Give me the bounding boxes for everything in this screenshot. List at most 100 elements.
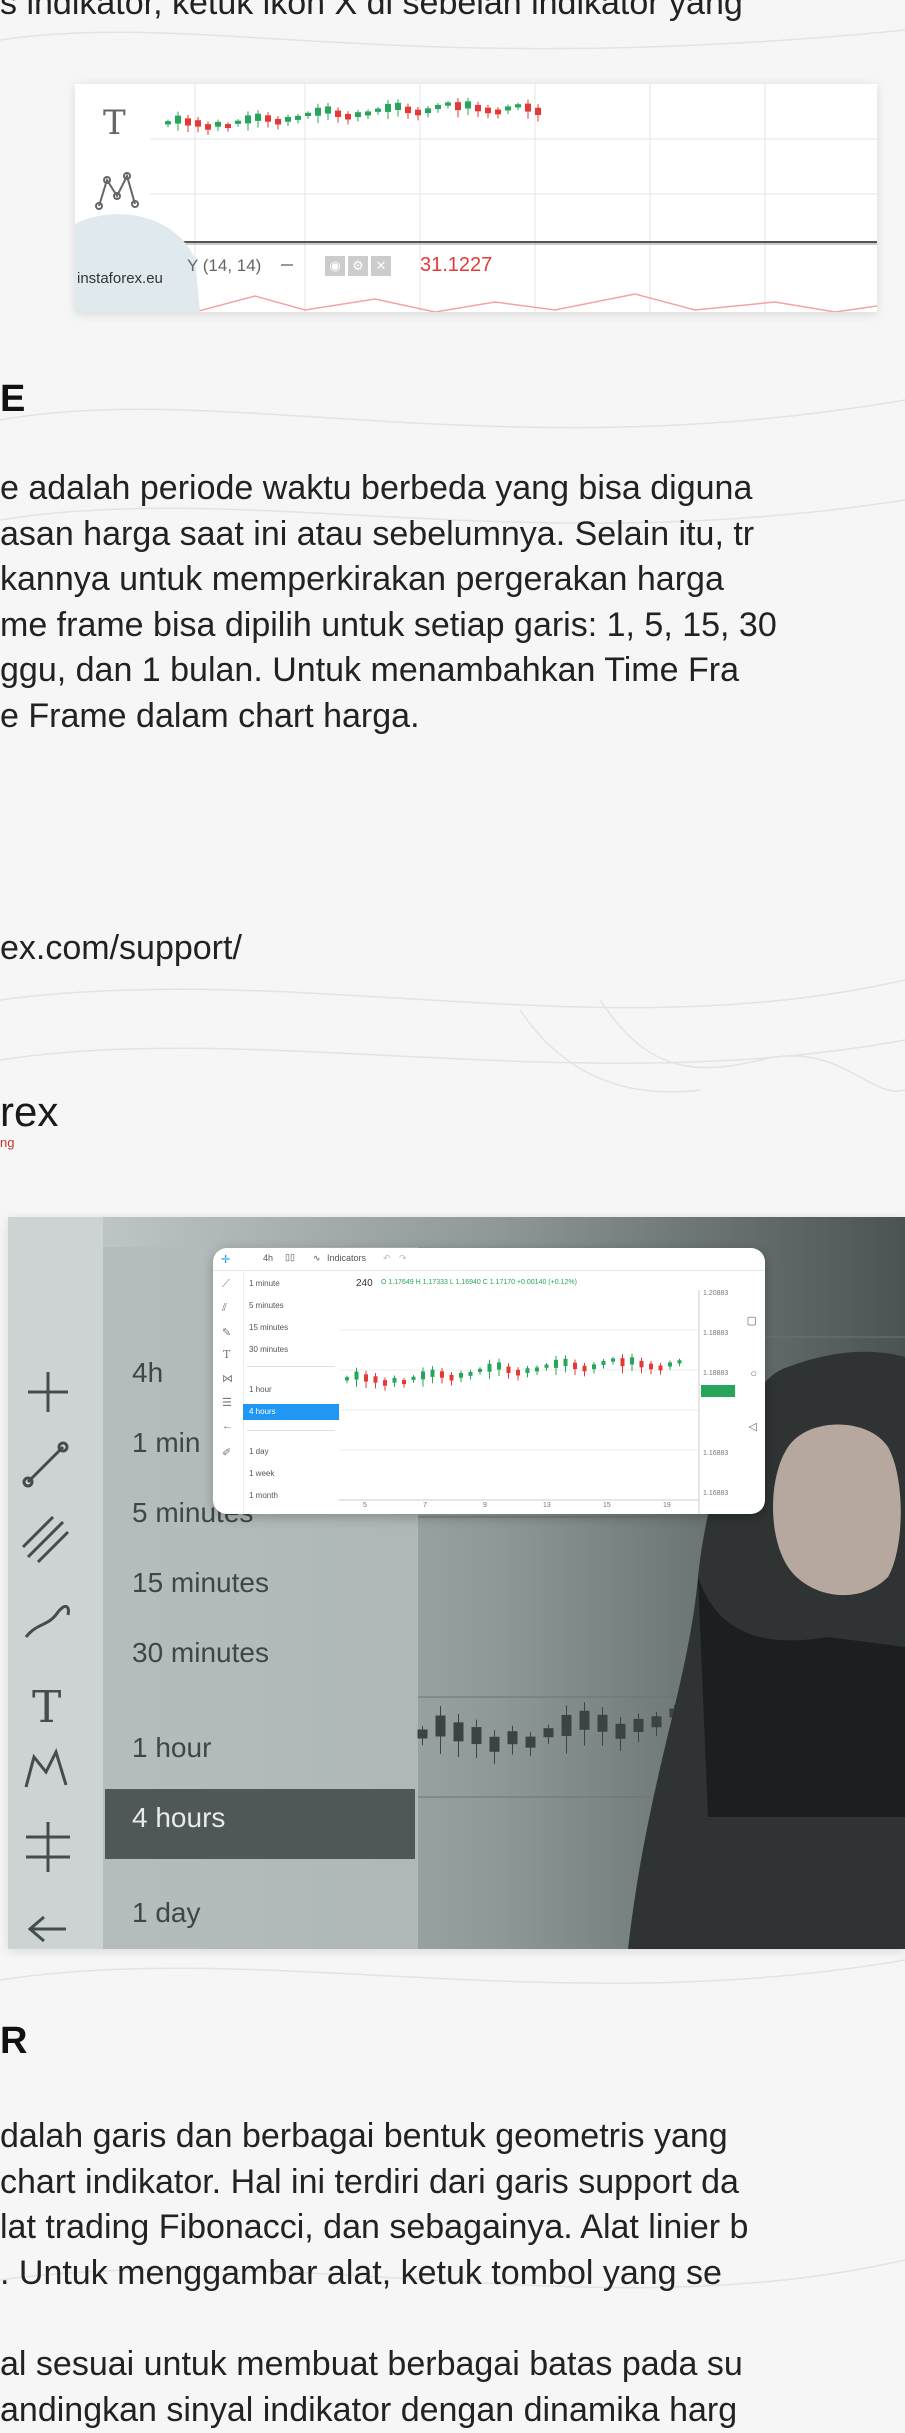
candle bbox=[478, 1368, 482, 1372]
crosshair-small-icon[interactable]: ✛ bbox=[221, 1253, 230, 1266]
logo-text: rex bbox=[0, 1088, 59, 1135]
line-tool-icon[interactable]: ⟋ bbox=[222, 1278, 230, 1291]
interval-option[interactable]: 1 day bbox=[243, 1444, 339, 1460]
candle bbox=[395, 102, 401, 110]
candles-icon[interactable]: ▯▯ bbox=[285, 1252, 295, 1263]
time-tick: 5 bbox=[363, 1502, 367, 1509]
large-menu-item[interactable]: 1 min bbox=[132, 1427, 200, 1459]
indicator-chart-figure: T instaforex.eu Y (14, 14) ◉ ⚙ ✕ 31.1227 bbox=[75, 84, 877, 312]
candle bbox=[561, 1714, 572, 1736]
candle bbox=[385, 103, 391, 112]
candle bbox=[325, 106, 331, 114]
candle bbox=[658, 1365, 663, 1371]
candle bbox=[573, 1362, 577, 1370]
toolbar-interval[interactable]: 4h bbox=[263, 1253, 273, 1263]
toolbar-indicators[interactable]: Indicators bbox=[327, 1253, 366, 1263]
candle bbox=[405, 106, 411, 114]
triangle-icon[interactable]: ◁ bbox=[749, 1420, 757, 1433]
settings-icon[interactable]: ⚙ bbox=[348, 256, 368, 276]
watermark-text: instaforex.eu bbox=[77, 270, 163, 287]
candle bbox=[175, 115, 181, 124]
section-heading-timeframe: E bbox=[0, 378, 26, 420]
candle bbox=[345, 113, 351, 120]
large-menu-item[interactable]: 30 minutes bbox=[132, 1637, 269, 1669]
price-tick: 1.18883 bbox=[703, 1330, 729, 1337]
candle bbox=[235, 120, 241, 124]
candle bbox=[495, 109, 501, 115]
square-icon[interactable]: ▢ bbox=[747, 1314, 757, 1327]
candle bbox=[285, 116, 291, 122]
ruler-tool-icon[interactable]: ✐ bbox=[222, 1446, 231, 1459]
candle bbox=[355, 112, 361, 118]
svg-text:T: T bbox=[103, 103, 126, 143]
candle bbox=[383, 1380, 387, 1386]
pattern-tool-icon[interactable] bbox=[95, 172, 139, 210]
indicators-icon[interactable]: ∿ bbox=[313, 1253, 321, 1264]
candle bbox=[668, 1362, 672, 1367]
candle bbox=[620, 1358, 625, 1367]
close-icon[interactable]: ✕ bbox=[371, 256, 391, 276]
candle bbox=[435, 104, 441, 109]
large-menu-item[interactable]: 1 hour bbox=[132, 1732, 211, 1764]
time-tick: 15 bbox=[603, 1502, 611, 1509]
time-tick: 7 bbox=[423, 1502, 427, 1509]
candle bbox=[611, 1358, 615, 1362]
candle bbox=[255, 113, 261, 121]
paragraph-line: e Frame dalam chart harga. bbox=[0, 696, 420, 735]
fork-tool-icon[interactable]: ⫽ bbox=[222, 1302, 227, 1315]
interval-option[interactable]: 1 month bbox=[243, 1488, 339, 1504]
candle bbox=[195, 120, 201, 127]
undo-icon[interactable]: ↶ bbox=[383, 1253, 391, 1264]
back-small-icon[interactable]: ← bbox=[222, 1420, 233, 1432]
candle bbox=[335, 110, 341, 117]
candle bbox=[449, 1374, 454, 1381]
redo-icon[interactable]: ↷ bbox=[399, 1253, 407, 1264]
candle bbox=[305, 112, 311, 116]
large-menu-item[interactable]: 4h bbox=[132, 1357, 163, 1389]
menu-divider bbox=[247, 1366, 335, 1367]
candle bbox=[417, 1729, 428, 1739]
brush-tool-icon[interactable]: ✎ bbox=[222, 1326, 231, 1339]
interval-option[interactable]: 30 minutes bbox=[243, 1342, 339, 1358]
paragraph-line: chart indikator. Hal ini terdiri dari ga… bbox=[0, 2162, 739, 2201]
interval-option[interactable]: 1 hour bbox=[243, 1382, 339, 1398]
candle bbox=[345, 1377, 349, 1381]
candle bbox=[471, 1727, 482, 1745]
interval-option[interactable]: 4 hours bbox=[243, 1404, 339, 1420]
candle bbox=[421, 1371, 425, 1380]
measure-tool-icon[interactable]: ☰ bbox=[222, 1396, 232, 1409]
section-heading-drawing: R bbox=[0, 2020, 28, 2062]
text-tool-icon[interactable]: T bbox=[103, 103, 126, 143]
paragraph-line: andingkan sinyal indikator dengan dinami… bbox=[0, 2390, 738, 2429]
support-link[interactable]: ex.com/support/ bbox=[0, 925, 242, 971]
candle bbox=[375, 108, 381, 112]
candle bbox=[430, 1369, 435, 1377]
text-tool-small-icon[interactable]: T bbox=[223, 1348, 230, 1361]
text-icon[interactable]: T bbox=[32, 1682, 61, 1733]
candle bbox=[165, 121, 171, 125]
interval-option[interactable]: 1 minute bbox=[243, 1276, 339, 1292]
candle bbox=[425, 108, 431, 114]
candle bbox=[525, 1736, 536, 1748]
large-menu-item[interactable]: 15 minutes bbox=[132, 1567, 269, 1599]
price-tick: 1.16883 bbox=[703, 1450, 729, 1457]
interval-option[interactable]: 1 week bbox=[243, 1466, 339, 1482]
candle bbox=[245, 115, 251, 124]
interval-dropdown: 1 minute 5 minutes 15 minutes 30 minutes 1 h… bbox=[243, 1270, 339, 1514]
pattern-tool-small-icon[interactable]: ⋈ bbox=[222, 1372, 233, 1385]
visibility-icon[interactable]: ◉ bbox=[325, 256, 345, 276]
paragraph-line: e adalah periode waktu berbeda yang bisa… bbox=[0, 469, 753, 507]
candle bbox=[465, 101, 471, 109]
candle bbox=[185, 118, 191, 126]
large-menu-item[interactable]: 4 hours bbox=[132, 1802, 225, 1834]
interval-option[interactable]: 5 minutes bbox=[243, 1298, 339, 1314]
large-menu-item[interactable]: 1 day bbox=[132, 1897, 201, 1929]
candle bbox=[205, 124, 211, 130]
circle-icon[interactable]: ○ bbox=[750, 1368, 757, 1380]
candle bbox=[515, 104, 521, 108]
interval-option[interactable]: 15 minutes bbox=[243, 1320, 339, 1336]
candle bbox=[392, 1377, 397, 1383]
time-tick: 19 bbox=[663, 1502, 671, 1509]
dropdown-arrow-icon[interactable] bbox=[281, 264, 293, 266]
timeframe-figure: T 4h 1 min 5 minutes 15 minutes 30 minutes 1 … bbox=[8, 1217, 905, 1949]
